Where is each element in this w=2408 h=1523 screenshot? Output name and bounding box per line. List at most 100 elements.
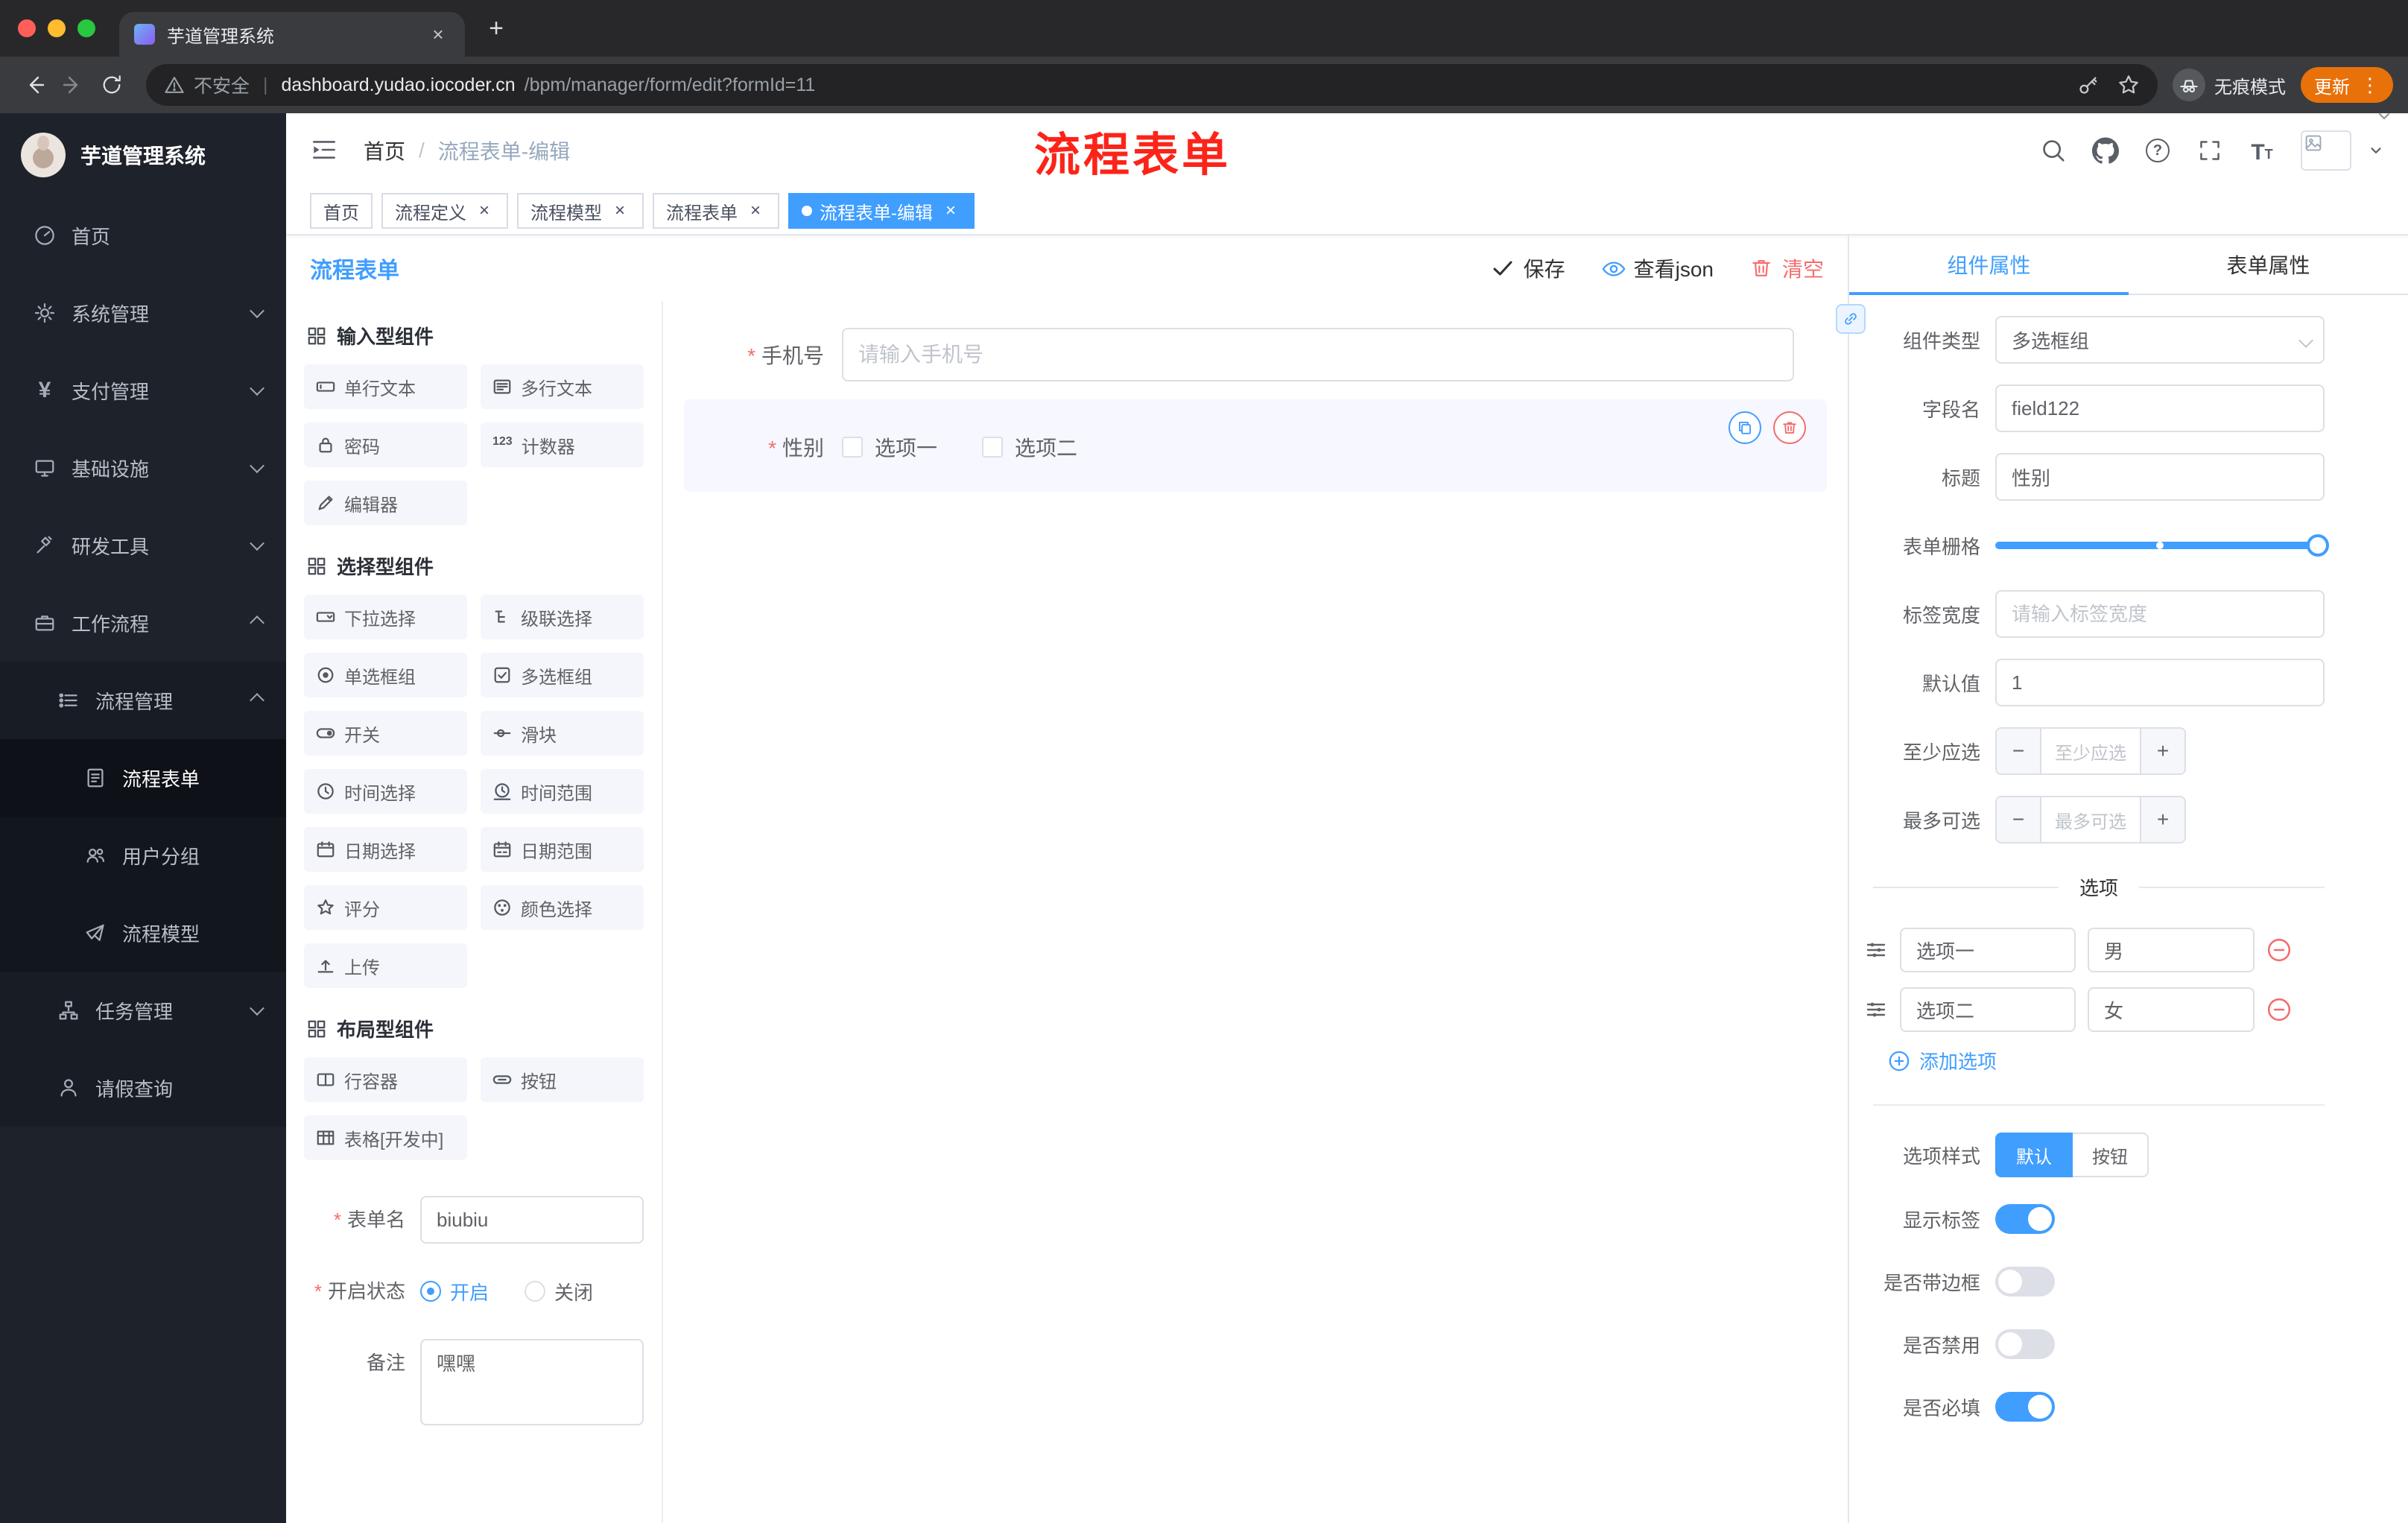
min-select-placeholder[interactable]: 至少应选 [2041, 729, 2140, 773]
window-minimize-button[interactable] [48, 19, 66, 37]
app-logo[interactable]: 芋道管理系统 [0, 113, 286, 197]
tag-process-form-edit[interactable]: 流程表单-编辑 × [788, 193, 975, 229]
show-label-switch[interactable] [1995, 1204, 2055, 1234]
reload-button[interactable] [92, 66, 131, 104]
palette-item-slider[interactable]: 滑块 [481, 711, 644, 756]
palette-item-date-picker[interactable]: 日期选择 [304, 827, 467, 872]
tag-home[interactable]: 首页 [310, 193, 373, 229]
forward-button[interactable] [54, 66, 92, 104]
tag-process-model[interactable]: 流程模型 × [517, 193, 644, 229]
option2-label-input[interactable] [1900, 987, 2076, 1032]
style-default-button[interactable]: 默认 [1995, 1133, 2073, 1177]
remove-option-button[interactable] [2266, 937, 2292, 963]
decrease-button[interactable]: − [1997, 797, 2041, 842]
new-tab-button[interactable]: + [477, 9, 516, 48]
sidebar-item-payment[interactable]: ¥ 支付管理 [0, 352, 286, 429]
tab-component-props[interactable]: 组件属性 [1849, 235, 2129, 295]
palette-item-rate[interactable]: 评分 [304, 885, 467, 930]
palette-item-upload[interactable]: 上传 [304, 943, 467, 988]
sidebar-item-process-model[interactable]: 流程模型 [0, 894, 286, 972]
label-width-input[interactable] [1995, 590, 2325, 638]
decrease-button[interactable]: − [1997, 729, 2041, 773]
palette-item-password[interactable]: 密码 [304, 422, 467, 467]
browser-menu-icon[interactable]: ⋮ [2360, 75, 2380, 95]
palette-item-date-range[interactable]: 日期范围 [481, 827, 644, 872]
gender-checkbox-option2[interactable]: 选项二 [982, 432, 1077, 462]
font-size-icon[interactable]: TT [2249, 137, 2275, 164]
browser-update-button[interactable]: 更新 ⋮ [2301, 67, 2393, 103]
palette-item-table[interactable]: 表格[开发中] [304, 1115, 467, 1160]
option1-value-input[interactable] [2088, 928, 2255, 972]
close-icon[interactable]: × [474, 200, 495, 221]
view-json-button[interactable]: 查看json [1601, 253, 1714, 283]
remove-option-button[interactable] [2266, 997, 2292, 1022]
sidebar-fold-icon[interactable] [310, 136, 340, 165]
palette-item-switch[interactable]: 开关 [304, 711, 467, 756]
palette-item-counter[interactable]: 123 计数器 [481, 422, 644, 467]
canvas-item-phone[interactable]: 手机号 [684, 316, 1827, 393]
back-button[interactable] [15, 66, 54, 104]
palette-item-single-line-text[interactable]: 单行文本 [304, 364, 467, 409]
sidebar-item-devtools[interactable]: 研发工具 [0, 507, 286, 584]
tab-form-props[interactable]: 表单属性 [2129, 235, 2408, 294]
fullscreen-icon[interactable] [2196, 137, 2223, 164]
title-input[interactable] [1995, 453, 2325, 501]
slider-handle[interactable] [2307, 534, 2329, 557]
sidebar-item-home[interactable]: 首页 [0, 197, 286, 274]
tab-close-icon[interactable]: × [426, 22, 450, 46]
gender-checkbox-option1[interactable]: 选项一 [842, 432, 937, 462]
palette-item-time-picker[interactable]: 时间选择 [304, 769, 467, 814]
password-key-icon[interactable] [2077, 74, 2100, 96]
border-switch[interactable] [1995, 1267, 2055, 1296]
close-icon[interactable]: × [745, 200, 766, 221]
avatar-caret-icon[interactable] [2368, 142, 2384, 159]
component-type-select[interactable] [1995, 316, 2325, 364]
field-name-input[interactable] [1995, 384, 2325, 432]
sidebar-item-workflow[interactable]: 工作流程 [0, 584, 286, 662]
remark-textarea[interactable]: 嘿嘿 [420, 1339, 644, 1425]
window-close-button[interactable] [18, 19, 36, 37]
status-radio-on[interactable]: 开启 [420, 1278, 489, 1305]
required-switch[interactable] [1995, 1392, 2055, 1422]
palette-item-button[interactable]: 按钮 [481, 1057, 644, 1102]
option2-value-input[interactable] [2088, 987, 2255, 1032]
help-icon[interactable]: ? [2144, 137, 2171, 164]
palette-item-color-picker[interactable]: 颜色选择 [481, 885, 644, 930]
duplicate-component-button[interactable] [1729, 411, 1761, 444]
form-name-input[interactable] [420, 1196, 644, 1244]
increase-button[interactable]: + [2140, 729, 2184, 773]
increase-button[interactable]: + [2140, 797, 2184, 842]
palette-item-multi-line-text[interactable]: 多行文本 [481, 364, 644, 409]
default-value-input[interactable] [1995, 659, 2325, 706]
palette-item-radio-group[interactable]: 单选框组 [304, 653, 467, 697]
sidebar-item-task-management[interactable]: 任务管理 [0, 972, 286, 1049]
save-button[interactable]: 保存 [1491, 253, 1565, 283]
palette-item-checkbox-group[interactable]: 多选框组 [481, 653, 644, 697]
tag-process-definition[interactable]: 流程定义 × [381, 193, 508, 229]
drag-handle-icon[interactable] [1864, 998, 1888, 1022]
window-zoom-button[interactable] [77, 19, 95, 37]
form-canvas[interactable]: 手机号 [663, 301, 1848, 1523]
sidebar-item-user-group[interactable]: 用户分组 [0, 817, 286, 894]
doc-link-button[interactable] [1836, 304, 1866, 334]
sidebar-item-infrastructure[interactable]: 基础设施 [0, 429, 286, 507]
disabled-switch[interactable] [1995, 1329, 2055, 1359]
search-icon[interactable] [2040, 137, 2067, 164]
close-icon[interactable]: × [940, 200, 961, 221]
drag-handle-icon[interactable] [1864, 938, 1888, 962]
palette-item-select[interactable]: 下拉选择 [304, 595, 467, 639]
style-button-button[interactable]: 按钮 [2073, 1133, 2149, 1177]
bookmark-star-icon[interactable] [2117, 74, 2140, 96]
add-option-button[interactable]: 添加选项 [1888, 1047, 2325, 1074]
delete-component-button[interactable] [1773, 411, 1806, 444]
max-select-placeholder[interactable]: 最多可选 [2041, 797, 2140, 842]
grid-slider[interactable] [1995, 522, 2329, 569]
palette-item-row-container[interactable]: 行容器 [304, 1057, 467, 1102]
sidebar-item-process-management[interactable]: 流程管理 [0, 662, 286, 739]
phone-input[interactable] [842, 328, 1794, 381]
palette-item-cascader[interactable]: 级联选择 [481, 595, 644, 639]
palette-item-editor[interactable]: 编辑器 [304, 481, 467, 525]
option1-label-input[interactable] [1900, 928, 2076, 972]
sidebar-item-process-form[interactable]: 流程表单 [0, 739, 286, 817]
user-avatar[interactable] [2301, 130, 2351, 171]
